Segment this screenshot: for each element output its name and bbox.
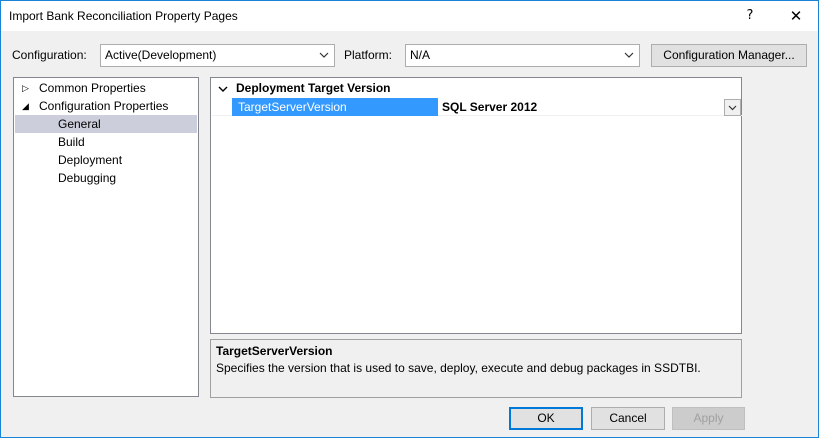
tree-item-label: Deployment [58,153,123,167]
platform-label: Platform: [344,48,393,62]
expand-icon[interactable]: ▷ [22,79,29,97]
tree-item-label: Build [58,135,85,149]
tree-item-label: Common Properties [39,81,146,95]
property-row[interactable]: TargetServerVersion SQL Server 2012 [212,98,742,116]
configuration-manager-button[interactable]: Configuration Manager... [651,44,807,67]
collapse-icon[interactable]: ◢ [22,97,29,115]
tree-item-label: General [58,117,101,131]
category-label: Deployment Target Version [236,81,391,95]
ok-button[interactable]: OK [509,407,583,430]
chevron-down-icon [319,52,329,58]
chevron-down-icon [728,105,737,111]
tree-item-debugging[interactable]: Debugging [14,169,198,187]
platform-value: N/A [410,48,431,62]
apply-button[interactable]: Apply [672,407,745,430]
window-title: Import Bank Reconciliation Property Page… [9,9,238,23]
property-dropdown-button[interactable] [724,99,741,116]
configuration-value: Active(Development) [105,48,217,62]
property-grid: Deployment Target Version TargetServerVe… [210,77,742,334]
description-text: Specifies the version that is used to sa… [216,361,701,375]
tree-item-common-properties[interactable]: ▷ Common Properties [14,79,198,97]
configuration-dropdown[interactable]: Active(Development) [100,44,335,67]
help-button[interactable]: ? [737,5,763,27]
property-name[interactable]: TargetServerVersion [232,98,438,116]
platform-dropdown[interactable]: N/A [405,44,640,67]
title-bar: Import Bank Reconciliation Property Page… [1,1,818,31]
description-title: TargetServerVersion [216,344,333,358]
category-deployment-target-version[interactable]: Deployment Target Version [212,79,742,98]
property-pages-dialog: Import Bank Reconciliation Property Page… [0,0,819,438]
tree-item-label: Configuration Properties [39,99,169,113]
cancel-button[interactable]: Cancel [591,407,665,430]
property-value[interactable]: SQL Server 2012 [442,98,722,116]
tree-item-configuration-properties[interactable]: ◢ Configuration Properties [14,97,198,115]
tree-item-general[interactable]: General [15,115,197,133]
tree-item-label: Debugging [58,171,117,185]
property-tree: ▷ Common Properties ◢ Configuration Prop… [13,77,199,397]
tree-item-build[interactable]: Build [14,133,198,151]
description-panel: TargetServerVersion Specifies the versio… [210,339,742,398]
configuration-label: Configuration: [12,48,87,62]
collapse-chevron-icon[interactable] [218,84,228,94]
chevron-down-icon [624,52,634,58]
close-button[interactable]: ✕ [781,5,811,27]
tree-item-deployment[interactable]: Deployment [14,151,198,169]
